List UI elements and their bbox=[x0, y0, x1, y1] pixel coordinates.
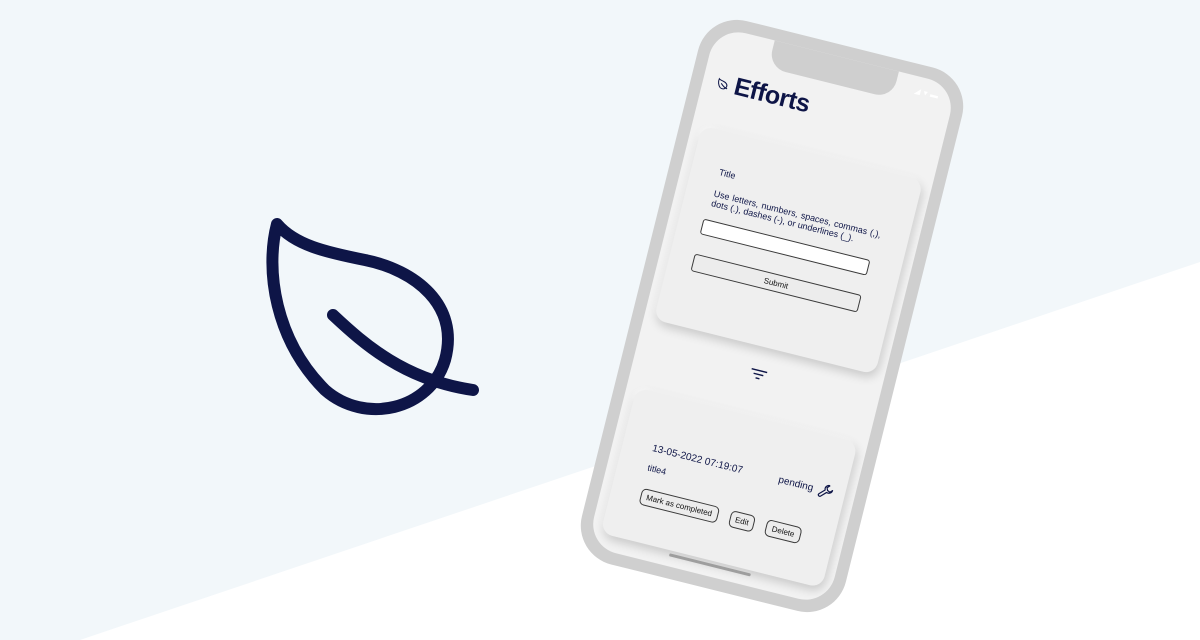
effort-card: 13-05-2022 07:19:07 pending title4 Mark … bbox=[600, 387, 858, 589]
app-header: Efforts bbox=[713, 68, 813, 119]
wifi-icon: ▾ bbox=[922, 88, 929, 98]
edit-button[interactable]: Edit bbox=[727, 509, 757, 533]
leaf-icon bbox=[718, 77, 728, 89]
new-effort-form: Title Use letters, numbers, spaces, comm… bbox=[653, 125, 924, 375]
stage: ◢ ▾ ▬ Efforts Title Use letters, numbers… bbox=[0, 0, 1200, 640]
effort-title: title4 bbox=[646, 462, 668, 477]
effort-actions: Mark as completed Edit Delete bbox=[638, 487, 803, 545]
wrench-icon bbox=[817, 484, 834, 497]
filter-icon[interactable] bbox=[748, 366, 768, 382]
delete-button[interactable]: Delete bbox=[764, 519, 803, 545]
title-label: Title bbox=[718, 167, 737, 181]
battery-icon: ▬ bbox=[929, 89, 940, 101]
app-title: Efforts bbox=[731, 72, 813, 119]
status-bar: ◢ ▾ ▬ bbox=[913, 85, 940, 102]
mark-completed-button[interactable]: Mark as completed bbox=[638, 487, 720, 524]
status-badge: pending bbox=[777, 474, 815, 494]
signal-icon: ◢ bbox=[913, 85, 922, 97]
leaf-icon bbox=[266, 218, 479, 416]
